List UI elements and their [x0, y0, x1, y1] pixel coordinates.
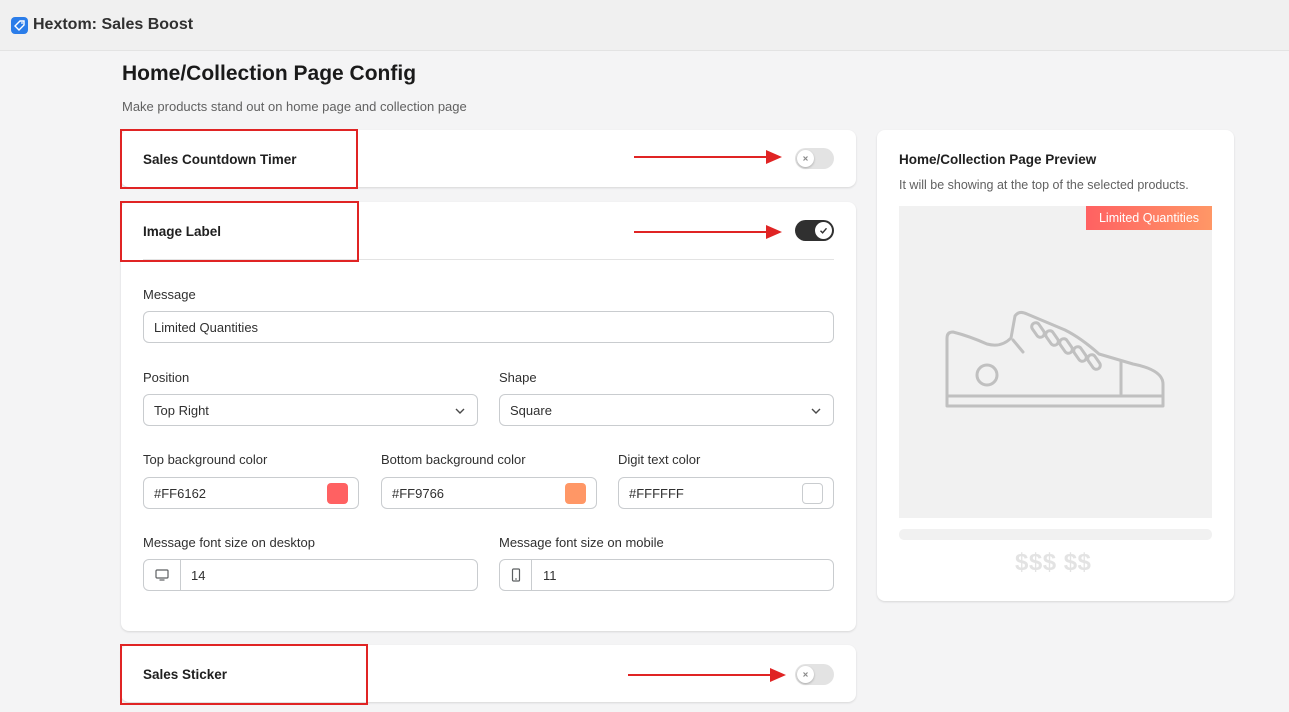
top-bg-value: #FF6162 [154, 486, 207, 501]
shape-select[interactable]: Square [499, 394, 834, 426]
product-image: Limited Quantities [899, 206, 1212, 518]
price-placeholder: $$$ $$ [1015, 549, 1092, 576]
check-icon [820, 227, 828, 234]
position-value: Top Right [154, 403, 209, 418]
bottom-bg-label: Bottom background color [381, 452, 526, 467]
message-label: Message [143, 287, 196, 302]
digit-text-value: #FFFFFF [629, 486, 684, 501]
annotation-arrow [634, 225, 782, 239]
toggle-knob [797, 666, 814, 683]
chevron-down-icon [455, 408, 465, 414]
app-title: Hextom: Sales Boost [33, 16, 194, 33]
digit-text-color-input[interactable]: #FFFFFF [618, 477, 834, 509]
image-label-badge: Limited Quantities [1086, 206, 1212, 230]
message-value: Limited Quantities [154, 320, 259, 335]
countdown-toggle[interactable] [795, 148, 834, 169]
toggle-knob [797, 150, 814, 167]
image-label-toggle[interactable] [795, 220, 834, 241]
shape-value: Square [510, 403, 552, 418]
page-subtitle: Make products stand out on home page and… [122, 99, 467, 114]
mobile-icon [500, 560, 532, 590]
chevron-down-icon [811, 408, 821, 414]
preview-title: Home/Collection Page Preview [899, 152, 1097, 167]
toggle-knob [815, 222, 832, 239]
annotation-arrow [634, 150, 782, 164]
top-bg-label: Top background color [143, 452, 268, 467]
sneaker-icon [945, 310, 1165, 408]
tag-icon [11, 17, 28, 34]
x-icon [803, 156, 808, 161]
digit-text-swatch[interactable] [802, 483, 823, 504]
font-mobile-input[interactable]: 11 [499, 559, 834, 591]
top-bg-swatch[interactable] [327, 483, 348, 504]
font-mobile-value: 11 [543, 568, 557, 583]
annotation-box [120, 644, 368, 705]
page-title: Home/Collection Page Config [122, 62, 417, 85]
message-input[interactable]: Limited Quantities [143, 311, 834, 343]
font-desktop-input[interactable]: 14 [143, 559, 478, 591]
x-icon [803, 672, 808, 677]
preview-subtitle: It will be showing at the top of the sel… [899, 178, 1189, 192]
digit-text-label: Digit text color [618, 452, 701, 467]
desktop-icon [144, 560, 181, 590]
annotation-box [120, 129, 358, 189]
annotation-box [120, 201, 359, 262]
font-desktop-value: 14 [191, 568, 206, 583]
bottom-bg-color-input[interactable]: #FF9766 [381, 477, 597, 509]
top-bg-color-input[interactable]: #FF6162 [143, 477, 359, 509]
position-select[interactable]: Top Right [143, 394, 478, 426]
bottom-bg-value: #FF9766 [392, 486, 445, 501]
font-desktop-label: Message font size on desktop [143, 535, 315, 550]
position-label: Position [143, 370, 190, 385]
product-title-placeholder [899, 529, 1212, 540]
bottom-bg-swatch[interactable] [565, 483, 586, 504]
sticker-toggle[interactable] [795, 664, 834, 685]
shape-label: Shape [499, 370, 537, 385]
app-header: Hextom: Sales Boost [0, 0, 1289, 51]
font-mobile-label: Message font size on mobile [499, 535, 664, 550]
annotation-arrow [628, 668, 786, 682]
